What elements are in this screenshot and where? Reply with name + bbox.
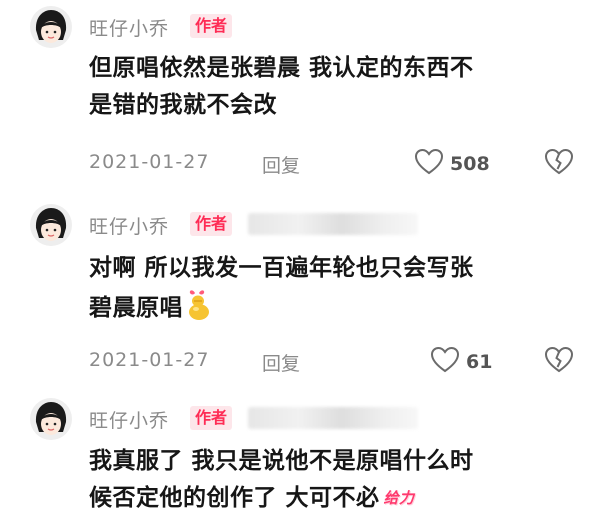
broken-heart-icon [544, 148, 574, 180]
like-count: 508 [450, 153, 490, 175]
blurred-region [248, 213, 418, 235]
reply-button[interactable]: 回复 [262, 151, 300, 178]
username[interactable]: 旺仔小乔 [89, 406, 169, 433]
like-count: 61 [466, 351, 493, 373]
comment-text-line: 对啊 所以我发一百遍年轮也只会写张 [89, 255, 474, 281]
sticker-gift: 给力 [383, 489, 415, 507]
blurred-region [248, 407, 418, 429]
username[interactable]: 旺仔小乔 [89, 212, 169, 239]
comment-text-line: 碧晨原唱 [89, 287, 589, 333]
author-badge: 作者 [190, 14, 233, 38]
comment-text: 我真服了 我只是说他不是原唱什么时 候否定他的创作了 大可不必 给力 [89, 443, 589, 517]
comment-text-line: 我真服了 我只是说他不是原唱什么时 [89, 448, 474, 474]
comment-text-segment: 碧晨原唱 [89, 295, 183, 321]
heart-icon [414, 148, 444, 180]
like-button[interactable]: 61 [430, 346, 492, 378]
avatar[interactable] [30, 398, 72, 440]
comment-text: 但原唱依然是张碧晨 我认定的东西不 是错的我就不会改 [89, 50, 589, 124]
author-badge: 作者 [190, 406, 233, 430]
author-badge: 作者 [190, 212, 233, 236]
heart-icon [430, 346, 460, 378]
comment-text-line: 但原唱依然是张碧晨 我认定的东西不 [89, 55, 474, 81]
comment-date: 2021-01-27 [89, 349, 210, 371]
comment-text-line: 候否定他的创作了 大可不必 给力 [89, 480, 589, 517]
avatar[interactable] [30, 6, 72, 48]
dislike-button[interactable] [544, 346, 574, 378]
gourd-emoji-icon [185, 287, 215, 333]
comment-date: 2021-01-27 [89, 151, 210, 173]
like-button[interactable]: 508 [414, 148, 490, 180]
comment-text-segment: 候否定他的创作了 大可不必 [89, 485, 380, 511]
comment-text-line: 是错的我就不会改 [89, 92, 277, 118]
comment-text: 对啊 所以我发一百遍年轮也只会写张 碧晨原唱 [89, 250, 589, 333]
reply-button[interactable]: 回复 [262, 349, 300, 376]
dislike-button[interactable] [544, 148, 574, 180]
broken-heart-icon [544, 346, 574, 378]
avatar[interactable] [30, 204, 72, 246]
username[interactable]: 旺仔小乔 [89, 14, 169, 41]
